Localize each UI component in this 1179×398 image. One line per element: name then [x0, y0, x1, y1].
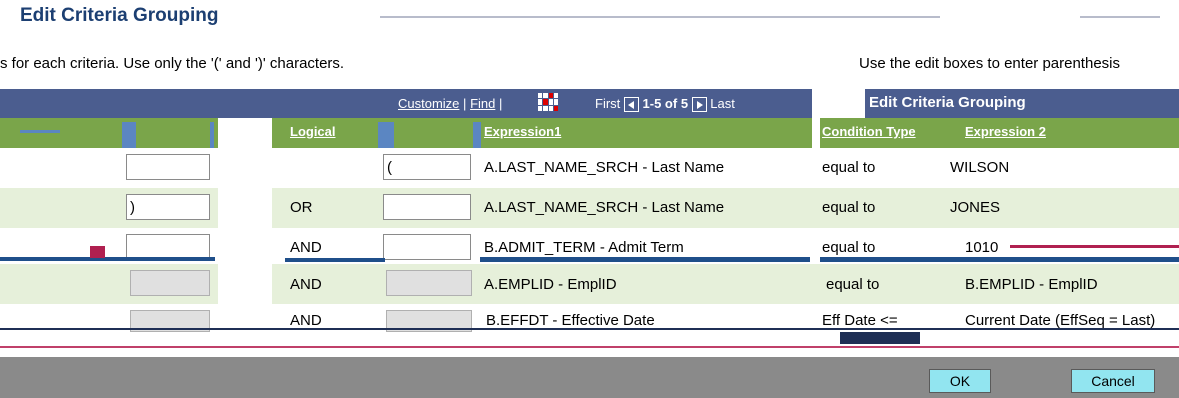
column-resize-handle[interactable] [473, 122, 481, 148]
condition-cell: equal to [826, 276, 880, 293]
title-divider [380, 16, 940, 18]
customize-link[interactable]: Customize [398, 96, 459, 111]
page-title: Edit Criteria Grouping [20, 5, 219, 26]
first-label: First [595, 96, 621, 111]
header-artifact [20, 130, 60, 133]
expression1-cell: A.LAST_NAME_SRCH - Last Name [484, 199, 725, 216]
logical-cell: OR [290, 199, 313, 216]
render-artifact [285, 258, 385, 262]
close-paren-input[interactable] [383, 194, 471, 220]
column-header-condition-type[interactable]: Condition Type [822, 124, 916, 139]
open-paren-input[interactable] [126, 194, 210, 220]
render-artifact [0, 257, 215, 261]
header-artifact [210, 122, 214, 148]
expression1-cell: A.EMPLID - EmplID [484, 276, 617, 293]
find-link[interactable]: Find [470, 96, 495, 111]
close-paren-input[interactable] [383, 154, 471, 180]
title-divider-right [1080, 16, 1160, 18]
render-artifact [480, 257, 810, 262]
expression1-cell: A.LAST_NAME_SRCH - Last Name [484, 159, 725, 176]
nav-separator: | [498, 96, 503, 111]
column-header-logical[interactable]: Logical [290, 124, 336, 139]
previous-page-icon[interactable] [623, 97, 639, 113]
instructions-left: s for each criteria. Use only the '(' an… [0, 55, 345, 72]
close-paren-input [386, 270, 472, 296]
logical-cell: AND [290, 276, 322, 293]
column-resize-handle[interactable] [122, 122, 136, 148]
column-header-expression2[interactable]: Expression 2 [965, 124, 1046, 139]
expression2-cell: WILSON [950, 159, 1010, 176]
page-range: 1-5 of 5 [642, 96, 689, 111]
render-artifact [1010, 245, 1179, 248]
view-all-grid-icon[interactable] [538, 93, 558, 111]
logical-cell: AND [290, 239, 322, 256]
condition-cell: equal to [822, 199, 876, 216]
expression2-cell: JONES [950, 199, 1001, 216]
dialog-footer [0, 357, 1179, 398]
open-paren-input[interactable] [126, 154, 210, 180]
close-paren-input[interactable] [383, 234, 471, 260]
render-artifact [840, 332, 920, 344]
last-label: Last [710, 96, 735, 111]
expression2-cell: 1010 [965, 239, 999, 256]
cancel-button[interactable]: Cancel [1071, 369, 1155, 393]
render-artifact [90, 246, 105, 258]
grid-nav-links: Customize | Find | [398, 96, 502, 111]
render-artifact [0, 328, 1179, 330]
render-artifact [0, 346, 1179, 348]
next-page-icon[interactable] [691, 97, 707, 113]
condition-cell: equal to [822, 159, 876, 176]
expression2-cell: B.EMPLID - EmplID [965, 276, 1098, 293]
condition-cell: equal to [822, 239, 876, 256]
column-header-expression1[interactable]: Expression1 [484, 124, 561, 139]
nav-separator: | [463, 96, 467, 111]
open-paren-input [130, 270, 210, 296]
side-panel-title: Edit Criteria Grouping [869, 94, 1026, 111]
ok-button[interactable]: OK [929, 369, 991, 393]
expression1-cell: B.ADMIT_TERM - Admit Term [484, 239, 684, 256]
column-resize-handle[interactable] [378, 122, 394, 148]
render-artifact [820, 257, 1179, 262]
instructions-right: Use the edit boxes to enter parenthesis [859, 55, 1120, 72]
pagination: First 1-5 of 5 Last [595, 96, 735, 113]
